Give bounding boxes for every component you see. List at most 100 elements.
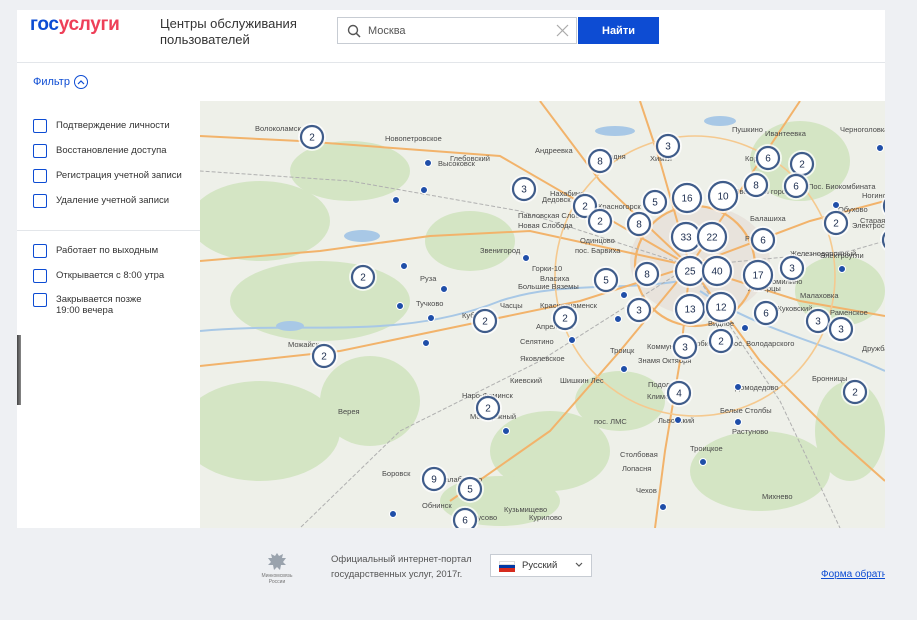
office-cluster[interactable]: 2 bbox=[822, 209, 850, 237]
office-point[interactable] bbox=[620, 291, 628, 299]
office-point[interactable] bbox=[734, 383, 742, 391]
office-cluster[interactable]: 6 bbox=[782, 172, 810, 200]
filter-checkbox-register[interactable]: Регистрация учетной записи bbox=[33, 169, 200, 183]
cluster-count: 5 bbox=[603, 276, 609, 287]
office-cluster[interactable]: 6 bbox=[749, 226, 777, 254]
cluster-count: 16 bbox=[681, 194, 693, 205]
checkbox[interactable] bbox=[33, 169, 47, 183]
office-cluster[interactable]: 2 bbox=[298, 123, 326, 151]
filter-checkbox-closes-late[interactable]: Закрывается позже 19:00 вечера bbox=[33, 293, 163, 316]
office-cluster[interactable]: 5 bbox=[456, 475, 484, 503]
office-cluster[interactable]: 3 bbox=[671, 333, 699, 361]
office-cluster[interactable]: 2 bbox=[551, 304, 579, 332]
office-point[interactable] bbox=[422, 339, 430, 347]
office-point[interactable] bbox=[420, 186, 428, 194]
map-canvas[interactable]: ВолоколамскНовопетровскоеВысоковскРузаТу… bbox=[200, 101, 885, 528]
checkbox[interactable] bbox=[33, 293, 47, 307]
office-cluster[interactable]: 5 bbox=[592, 266, 620, 294]
city-label: Новопетровское bbox=[385, 134, 442, 143]
office-cluster[interactable]: 8 bbox=[586, 147, 614, 175]
office-point[interactable] bbox=[659, 503, 667, 511]
office-cluster[interactable]: 2 bbox=[841, 378, 869, 406]
office-cluster[interactable]: 2 bbox=[349, 263, 377, 291]
office-point[interactable] bbox=[741, 324, 749, 332]
page-title: Центры обслуживания пользователей bbox=[160, 16, 297, 47]
office-cluster[interactable]: 12 bbox=[704, 290, 738, 324]
office-cluster[interactable]: 40 bbox=[700, 254, 734, 288]
office-cluster[interactable]: 2 bbox=[707, 327, 735, 355]
office-point[interactable] bbox=[614, 315, 622, 323]
filter-group-hours: Работает по выходным Открывается с 8:00 … bbox=[17, 244, 200, 327]
emblem-caption: Минкомсвязь России bbox=[261, 573, 293, 585]
office-cluster[interactable]: 2 bbox=[471, 307, 499, 335]
city-label: Руза bbox=[420, 274, 437, 283]
office-point[interactable] bbox=[522, 254, 530, 262]
city-label: Электроугли bbox=[820, 251, 864, 260]
office-cluster[interactable]: 10 bbox=[706, 179, 740, 213]
city-label: Растуново bbox=[732, 427, 768, 436]
filter-bar: Фильтр bbox=[17, 63, 885, 101]
office-point[interactable] bbox=[568, 336, 576, 344]
filter-checkbox-delete[interactable]: Удаление учетной записи bbox=[33, 194, 200, 208]
office-cluster[interactable]: 4 bbox=[665, 379, 693, 407]
office-point[interactable] bbox=[832, 201, 840, 209]
gosuslugi-logo[interactable]: госуслуги bbox=[30, 14, 120, 36]
office-point[interactable] bbox=[440, 285, 448, 293]
office-cluster[interactable]: 22 bbox=[695, 220, 729, 254]
checkbox[interactable] bbox=[33, 269, 47, 283]
checkbox[interactable] bbox=[33, 119, 47, 133]
office-cluster[interactable]: 17 bbox=[741, 258, 775, 292]
office-point[interactable] bbox=[389, 510, 397, 518]
office-cluster[interactable]: 9 bbox=[420, 465, 448, 493]
city-label: Жуковский bbox=[775, 304, 812, 313]
cluster-count: 6 bbox=[765, 154, 771, 165]
checkbox[interactable] bbox=[33, 194, 47, 208]
office-cluster[interactable]: 5 bbox=[641, 188, 669, 216]
city-label: Лопасня bbox=[622, 464, 651, 473]
office-cluster[interactable]: 2 bbox=[474, 394, 502, 422]
search-input[interactable] bbox=[368, 22, 538, 40]
office-point[interactable] bbox=[424, 159, 432, 167]
find-button[interactable]: Найти bbox=[578, 17, 659, 44]
checkbox[interactable] bbox=[33, 244, 47, 258]
filter-checkbox-restore[interactable]: Восстановление доступа bbox=[33, 144, 200, 158]
clear-icon[interactable] bbox=[556, 24, 569, 37]
feedback-link[interactable]: Форма обратной связи bbox=[821, 569, 885, 580]
filter-checkbox-identity[interactable]: Подтверждение личности bbox=[33, 119, 200, 133]
office-cluster[interactable]: 6 bbox=[754, 144, 782, 172]
office-cluster[interactable]: 8 bbox=[742, 171, 770, 199]
office-point[interactable] bbox=[620, 365, 628, 373]
city-label: Троицкое bbox=[690, 444, 723, 453]
office-point[interactable] bbox=[674, 416, 682, 424]
filter-checkbox-opens-early[interactable]: Открывается с 8:00 утра bbox=[33, 269, 200, 283]
office-cluster[interactable]: 3 bbox=[510, 175, 538, 203]
office-point[interactable] bbox=[427, 314, 435, 322]
office-point[interactable] bbox=[400, 262, 408, 270]
office-cluster[interactable]: 3 bbox=[625, 296, 653, 324]
office-cluster[interactable]: 13 bbox=[673, 292, 707, 326]
office-cluster[interactable]: 16 bbox=[670, 181, 704, 215]
checkbox[interactable] bbox=[33, 144, 47, 158]
office-cluster[interactable]: 2 bbox=[586, 207, 614, 235]
office-cluster[interactable]: 8 bbox=[633, 260, 661, 288]
office-point[interactable] bbox=[502, 427, 510, 435]
office-point[interactable] bbox=[396, 302, 404, 310]
office-cluster[interactable]: 3 bbox=[778, 254, 806, 282]
city-label: Чехов bbox=[636, 486, 657, 495]
office-point[interactable] bbox=[699, 458, 707, 466]
office-point[interactable] bbox=[392, 196, 400, 204]
filter-toggle[interactable]: Фильтр bbox=[33, 75, 88, 89]
cluster-count: 12 bbox=[715, 303, 727, 314]
language-select[interactable]: Русский bbox=[490, 554, 592, 577]
office-point[interactable] bbox=[876, 144, 884, 152]
filter-checkbox-weekends[interactable]: Работает по выходным bbox=[33, 244, 200, 258]
header: госуслуги Центры обслуживания пользовате… bbox=[17, 10, 885, 63]
office-cluster[interactable]: 3 bbox=[827, 315, 855, 343]
office-point[interactable] bbox=[734, 418, 742, 426]
city-label: Волоколамск bbox=[255, 124, 301, 133]
office-cluster[interactable]: 3 bbox=[654, 132, 682, 160]
office-point[interactable] bbox=[838, 265, 846, 273]
map-view[interactable]: Волоколамск Новопетровское Высоковск Руза Ту… bbox=[200, 101, 885, 528]
office-cluster[interactable]: 6 bbox=[752, 299, 780, 327]
office-cluster[interactable]: 2 bbox=[310, 342, 338, 370]
